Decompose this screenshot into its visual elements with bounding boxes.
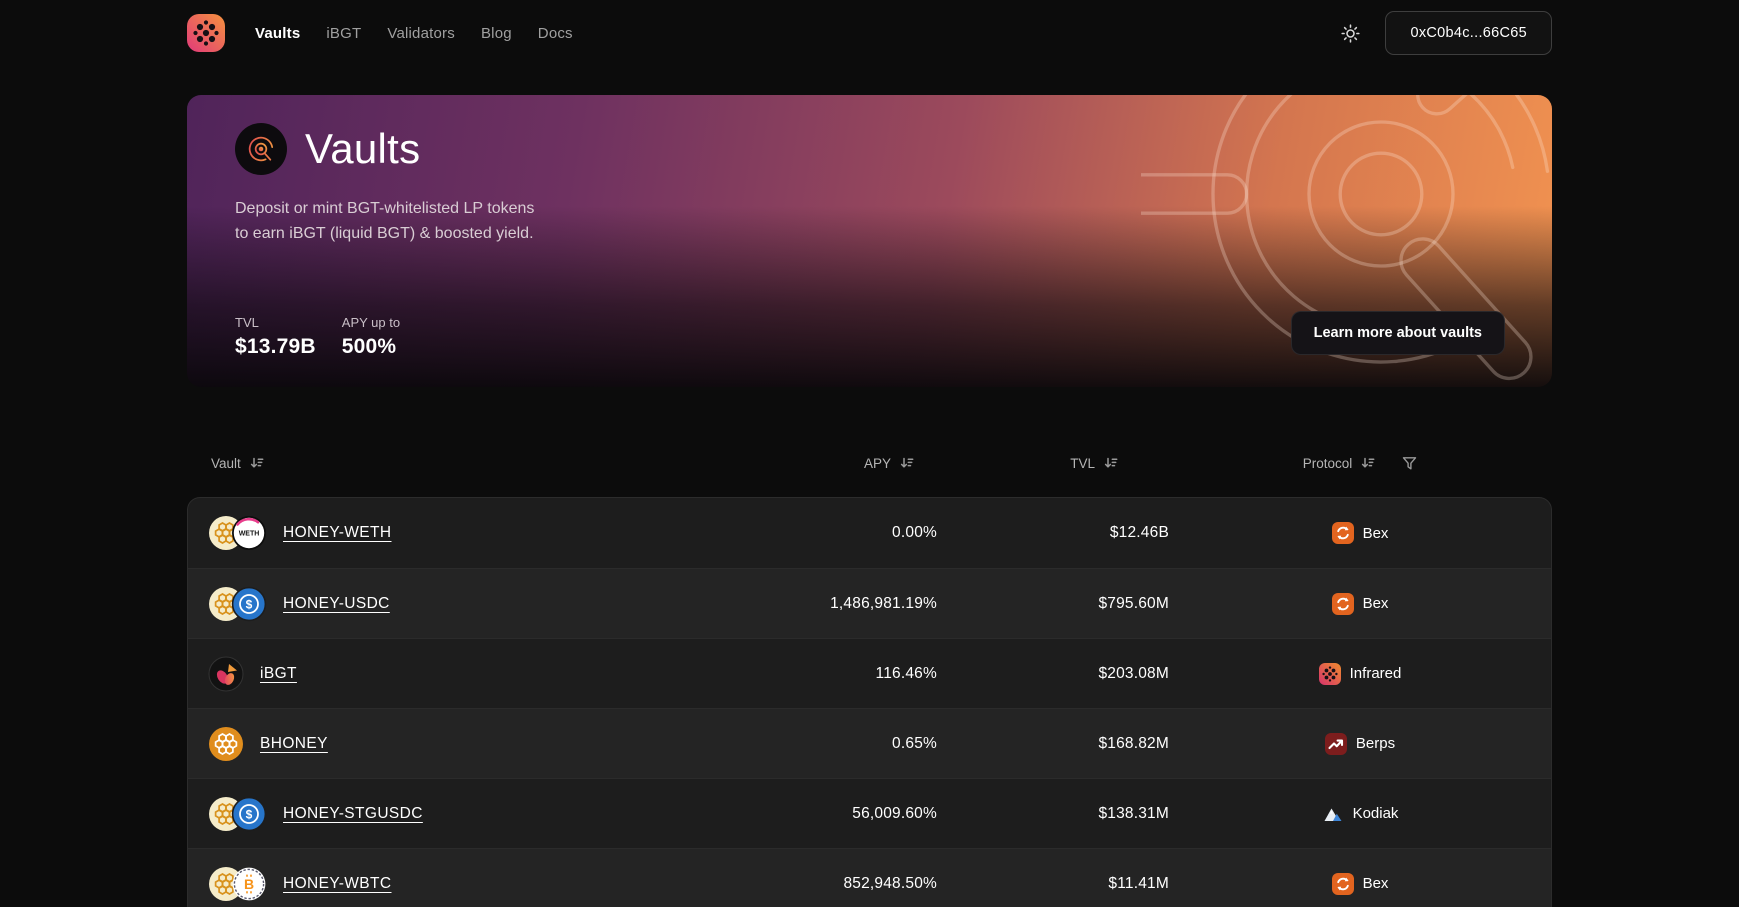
vault-link-honey-stgusdc[interactable]: HONEY-STGUSDC [283, 805, 423, 823]
nav-link-ibgt[interactable]: iBGT [326, 25, 361, 42]
protocol-cell: Infrared [1169, 662, 1551, 685]
sort-by-vault[interactable]: Vault [211, 456, 264, 471]
sort-icon [1362, 457, 1375, 468]
bex-protocol-icon [1331, 592, 1354, 615]
sort-by-tvl[interactable]: TVL [1070, 456, 1118, 471]
bex-protocol-icon [1331, 872, 1354, 895]
protocol-name: Kodiak [1352, 805, 1399, 822]
sort-icon [900, 457, 914, 468]
protocol-name: Berps [1355, 735, 1396, 752]
infrared-logo-icon[interactable] [187, 14, 225, 52]
sort-by-protocol[interactable]: Protocol [1303, 456, 1376, 471]
svg-text:$: $ [246, 597, 253, 611]
nav-links: Vaults iBGT Validators Blog Docs [255, 25, 573, 42]
table-row[interactable]: iBGT 116.46% $203.08M Infrared [188, 638, 1551, 708]
vaults-table: WETH HONEY-WETH 0.00% $12.46B Bex $ HONE… [187, 497, 1552, 907]
apy-value: 1,486,981.19% [830, 594, 937, 612]
tvl-value: $203.08M [1098, 664, 1169, 682]
tvl-value: $168.82M [1098, 734, 1169, 752]
infrared-protocol-icon [1318, 662, 1341, 685]
sort-by-apy[interactable]: APY [864, 456, 914, 471]
token-icons [208, 726, 244, 762]
apy-value: 0.00% [892, 524, 937, 541]
hero-stats: TVL $13.79B APY up to 500% [235, 315, 418, 359]
berps-protocol-icon [1324, 732, 1347, 755]
kodiak-protocol-icon [1322, 803, 1344, 825]
nav-link-validators[interactable]: Validators [387, 25, 455, 42]
protocol-name: Bex [1362, 875, 1389, 892]
vault-link-bhoney[interactable]: BHONEY [260, 735, 328, 753]
learn-more-button[interactable]: Learn more about vaults [1290, 311, 1505, 355]
vault-link-honey-usdc[interactable]: HONEY-USDC [283, 595, 390, 613]
protocol-cell: Berps [1169, 732, 1551, 755]
vault-link-honey-weth[interactable]: HONEY-WETH [283, 524, 392, 542]
token-icons: $ [208, 586, 267, 622]
funnel-filter-icon[interactable] [1402, 456, 1417, 471]
protocol-cell: Bex [1169, 872, 1551, 895]
svg-text:B: B [244, 876, 254, 892]
sun-icon[interactable] [1339, 22, 1361, 44]
apy-stat: APY up to 500% [341, 315, 401, 358]
apy-value: 56,009.60% [852, 804, 937, 822]
sort-icon [1104, 457, 1118, 468]
table-row[interactable]: B HONEY-WBTC 852,948.50% $11.41M Bex [188, 848, 1551, 907]
apy-value: 116.46% [875, 664, 937, 682]
token-icons: WETH [208, 515, 267, 551]
sort-icon [250, 457, 264, 468]
protocol-name: Bex [1362, 524, 1389, 542]
svg-text:WETH: WETH [239, 531, 260, 538]
nav-link-vaults[interactable]: Vaults [255, 25, 300, 42]
token-icons: B [208, 866, 267, 902]
table-row[interactable]: $ HONEY-STGUSDC 56,009.60% $138.31M Kodi… [188, 778, 1551, 848]
tvl-value: $11.41M [1108, 874, 1169, 892]
hero-description: Deposit or mint BGT-whitelisted LP token… [235, 200, 535, 242]
table-header: Vault APY TVL Protocol [187, 451, 1552, 475]
token-icons [208, 656, 244, 692]
protocol-cell: Bex [1169, 592, 1551, 615]
table-row[interactable]: WETH HONEY-WETH 0.00% $12.46B Bex [188, 498, 1551, 568]
tvl-value: $795.60M [1098, 594, 1169, 612]
apy-value: 0.65% [892, 734, 937, 752]
tvl-value: $12.46B [1109, 524, 1169, 541]
bex-protocol-icon [1331, 522, 1354, 544]
top-nav: Vaults iBGT Validators Blog Docs 0xC0b4c...6… [187, 0, 1552, 66]
page-title: Vaults [305, 125, 421, 172]
apy-value: 852,948.50% [843, 874, 937, 892]
protocol-cell: Bex [1169, 522, 1551, 544]
table-row[interactable]: BHONEY 0.65% $168.82M Berps [188, 708, 1551, 778]
protocol-name: Bex [1362, 595, 1389, 612]
protocol-cell: Kodiak [1169, 803, 1551, 825]
nav-link-blog[interactable]: Blog [481, 25, 512, 42]
vaults-hero-banner: Vaults Deposit or mint BGT-whitelisted L… [187, 95, 1552, 387]
protocol-name: Infrared [1349, 665, 1402, 682]
tvl-stat: TVL $13.79B [235, 315, 316, 358]
vaults-badge-icon [235, 123, 287, 175]
vault-link-honey-wbtc[interactable]: HONEY-WBTC [283, 875, 392, 893]
wallet-address-button[interactable]: 0xC0b4c...66C65 [1385, 11, 1552, 55]
token-icons: $ [208, 796, 267, 832]
nav-link-docs[interactable]: Docs [538, 25, 573, 42]
tvl-value: $138.31M [1098, 804, 1169, 822]
svg-text:$: $ [246, 807, 253, 821]
vault-link-ibgt[interactable]: iBGT [260, 665, 297, 683]
table-row[interactable]: $ HONEY-USDC 1,486,981.19% $795.60M Bex [188, 568, 1551, 638]
